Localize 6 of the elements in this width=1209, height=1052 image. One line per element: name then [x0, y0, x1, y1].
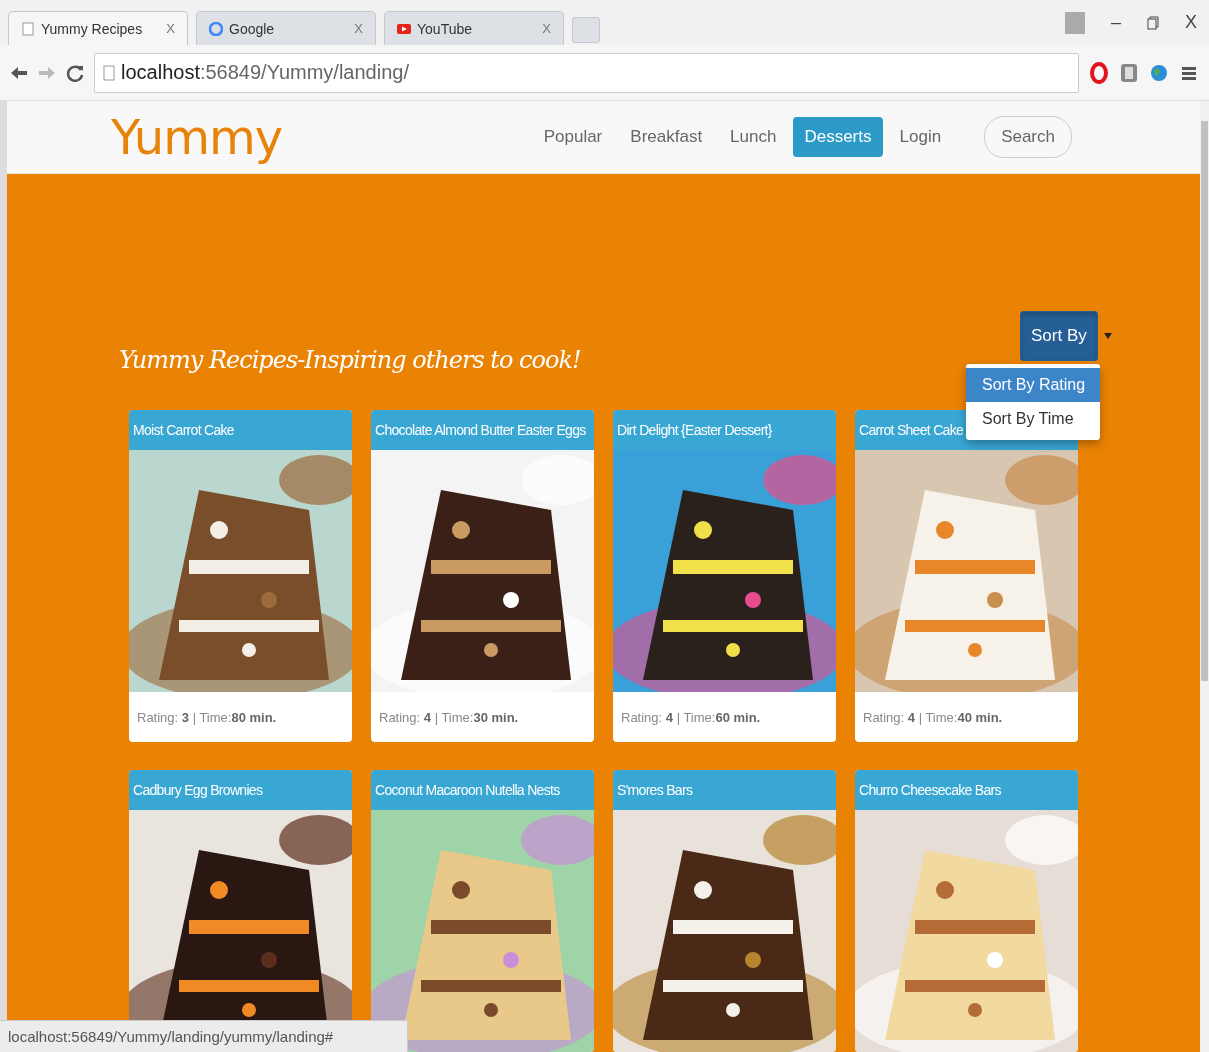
recipe-meta: Rating: 3 | Time:80 min.: [136, 708, 278, 727]
tagline: Yummy Recipes-Inspiring others to cook!: [119, 346, 582, 374]
recipe-meta: Rating: 4 | Time:60 min.: [620, 708, 762, 727]
recipe-meta: Rating: 4 | Time:40 min.: [862, 708, 1004, 727]
status-tooltip: localhost:56849/Yummy/landing/yummy/landing#: [0, 1020, 408, 1052]
recipe-meta: Rating: 4 | Time:30 min.: [378, 708, 520, 727]
